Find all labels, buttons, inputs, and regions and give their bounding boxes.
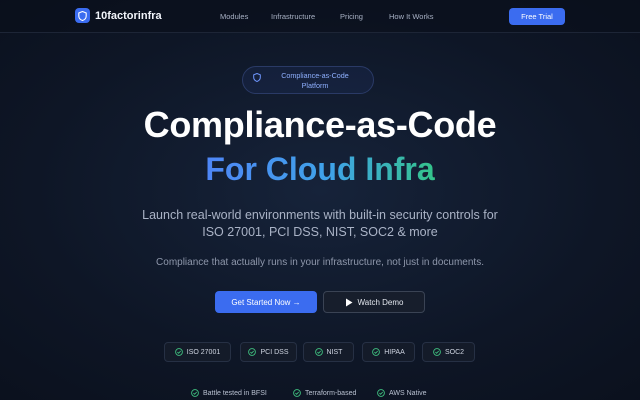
standard-pill-nist: NIST — [303, 342, 354, 362]
play-icon — [345, 298, 353, 307]
platform-badge: Compliance-as-Code Platform — [242, 66, 374, 94]
nav-link-infrastructure[interactable]: Infrastructure — [271, 12, 315, 21]
nav-link-how-it-works[interactable]: How It Works — [389, 12, 433, 21]
shield-icon — [253, 73, 261, 82]
check-circle-icon — [293, 389, 301, 397]
standard-pill-iso27001: ISO 27001 — [164, 342, 231, 362]
feature-aws-native: AWS Native — [377, 389, 426, 397]
get-started-button[interactable]: Get Started Now → — [215, 291, 317, 313]
hero-title-gradient-text: For Cloud Infra — [205, 151, 435, 187]
hero-subtitle: Launch real-world environments with buil… — [142, 208, 498, 239]
nav-link-pricing[interactable]: Pricing — [340, 12, 363, 21]
check-circle-icon — [433, 348, 441, 356]
hero-title-gradient: For Cloud Infra — [0, 149, 640, 189]
feature-label: Battle tested in BFSI — [203, 389, 267, 397]
watch-demo-button[interactable]: Watch Demo — [323, 291, 425, 313]
hero-title: Compliance-as-Code — [143, 104, 497, 145]
top-navbar: 10factorinfra Modules Infrastructure Pri… — [0, 0, 640, 33]
watch-demo-label: Watch Demo — [357, 297, 404, 307]
standard-label: HIPAA — [384, 348, 405, 356]
standard-pill-pcidss: PCI DSS — [240, 342, 297, 362]
hero-tagline: Compliance that actually runs in your in… — [156, 257, 484, 268]
check-circle-icon — [314, 348, 323, 356]
check-circle-icon — [248, 348, 257, 356]
standard-label: SOC2 — [444, 348, 465, 356]
standard-label: ISO 27001 — [186, 348, 221, 356]
nav-link-modules[interactable]: Modules — [220, 12, 248, 21]
standard-pill-soc2: SOC2 — [422, 342, 475, 362]
badge-label-line1: Compliance-as-Code — [281, 71, 349, 80]
check-circle-icon — [377, 389, 385, 397]
free-trial-button[interactable]: Free Trial — [509, 8, 565, 25]
check-circle-icon — [174, 348, 183, 356]
feature-label: AWS Native — [389, 389, 427, 397]
check-circle-icon — [372, 348, 381, 356]
feature-terraform: Terraform-based — [293, 389, 356, 397]
badge-label-line2: Platform — [301, 81, 329, 90]
standard-label: NIST — [326, 348, 343, 356]
feature-battle-tested: Battle tested in BFSI — [191, 389, 267, 397]
standard-pill-hipaa: HIPAA — [362, 342, 415, 362]
check-circle-icon — [191, 389, 199, 397]
standard-label: PCI DSS — [260, 348, 289, 356]
feature-label: Terraform-based — [305, 389, 357, 397]
